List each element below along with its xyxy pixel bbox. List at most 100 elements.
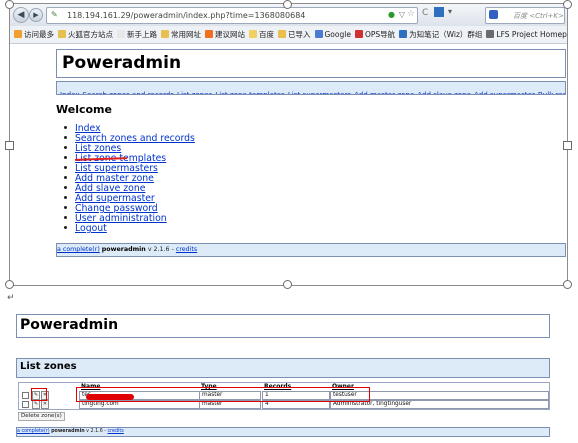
search-placeholder: 百度 <Ctrl+K> — [513, 12, 564, 20]
footer-prefix-link[interactable]: a complete(r) — [57, 246, 100, 253]
resize-handle[interactable] — [5, 141, 14, 150]
bookmark-menu-icon[interactable]: ▾ — [448, 7, 452, 16]
bookmark-item[interactable]: Google — [314, 26, 351, 43]
bookmark-favicon-icon — [486, 30, 495, 38]
bookmark-favicon-icon — [314, 30, 323, 38]
resize-handle[interactable] — [283, 0, 292, 9]
url-text: 118.194.161.29/poweradmin/index.php?time… — [67, 11, 306, 20]
footer-prefix-link[interactable]: a complete(r) — [17, 429, 50, 434]
browser-screenshot: ◀ ▶ ✎ 118.194.161.29/poweradmin/index.ph… — [9, 3, 568, 286]
delete-icon[interactable]: ✕ — [41, 400, 49, 409]
annotation-scribble — [86, 394, 134, 400]
bookmark-label: LFS Project Homepa — [496, 30, 567, 39]
bookmark-favicon-icon — [249, 30, 257, 38]
addon-icon[interactable] — [434, 7, 444, 17]
menu-link[interactable]: Add supermaster — [474, 90, 535, 94]
resize-handle[interactable] — [563, 280, 572, 289]
resize-handle[interactable] — [5, 0, 14, 9]
forward-arrow-icon[interactable]: ▶ — [29, 8, 43, 22]
bookmark-label: 已导入 — [288, 30, 311, 39]
bookmark-label: 火狐官方站点 — [68, 30, 113, 39]
bookmark-item[interactable]: 新手上路 — [117, 26, 157, 43]
resize-handle[interactable] — [563, 0, 572, 9]
app-title: Poweradmin — [62, 53, 182, 73]
section-header: List zones — [16, 358, 550, 378]
bookmark-label: 为知笔记（Wiz）群组 — [409, 30, 483, 39]
bookmark-label: OPS导航 — [364, 30, 396, 39]
star-icon[interactable]: ☆ — [407, 9, 415, 19]
top-menu: IndexSearch zones and recordsList zonesL… — [16, 342, 548, 351]
bookmark-favicon-icon — [161, 30, 169, 38]
resize-handle[interactable] — [283, 280, 292, 289]
menu-link[interactable]: List supermasters — [288, 90, 351, 94]
credits-link[interactable]: credits — [176, 246, 197, 253]
annotation-box-icons — [31, 388, 47, 401]
bookmark-item[interactable]: OPS导航 — [354, 26, 396, 43]
menu-link[interactable]: Add slave zone — [417, 90, 471, 94]
bookmark-item[interactable]: 为知笔记（Wiz）群组 — [399, 26, 482, 43]
bookmark-label: 常用网址 — [171, 30, 201, 39]
bookmark-favicon-icon — [354, 30, 363, 38]
menu-link[interactable]: Search zones and records — [83, 90, 174, 94]
back-arrow-icon[interactable]: ◀ — [13, 7, 29, 23]
menu-link[interactable]: List zones — [177, 90, 212, 94]
go-icon[interactable]: ● — [388, 10, 395, 19]
search-field[interactable]: 百度 <Ctrl+K> — [485, 7, 565, 24]
footer-sep: - — [104, 429, 107, 434]
bookmark-label: 建议网站 — [215, 30, 245, 39]
bookmarks-bar: 访问最多 火狐官方站点 新手上路 常用网址 建议网站 百度 已导入 Google OPS导航 为知… — [10, 26, 567, 44]
bookmark-item[interactable]: 常用网址 — [161, 26, 201, 43]
index-link-list: IndexSearch zones and recordsList zonesL… — [64, 124, 195, 234]
menu-link[interactable]: List zone templates — [215, 90, 285, 94]
credits-link[interactable]: credits — [108, 429, 124, 434]
bookmark-label: 新手上路 — [127, 30, 157, 39]
bookmark-item[interactable]: LFS Project Homepa — [486, 26, 567, 43]
bookmark-item[interactable]: 火狐官方站点 — [58, 26, 113, 43]
paragraph-mark: ↵ — [7, 293, 15, 303]
bookmark-item[interactable]: 建议网站 — [205, 26, 245, 43]
bookmark-item[interactable]: 百度 — [249, 26, 274, 43]
delete-zones-button[interactable]: Delete zone(s) — [18, 412, 65, 421]
reload-icon[interactable]: C — [422, 8, 428, 18]
welcome-heading: Welcome — [56, 103, 112, 116]
menu-link[interactable]: Add master zone — [354, 90, 414, 94]
footer-version: v 2.1.6 — [86, 429, 103, 434]
app-header: Poweradmin — [56, 49, 566, 78]
bookmark-favicon-icon — [205, 30, 213, 38]
app-header: Poweradmin — [16, 314, 550, 338]
top-menu: IndexSearch zones and recordsList zonesL… — [56, 81, 566, 95]
bookmark-favicon-icon — [58, 30, 66, 38]
list-item: Logout — [64, 224, 195, 234]
url-field[interactable]: ✎ 118.194.161.29/poweradmin/index.php?ti… — [46, 7, 418, 24]
list-zones-screenshot: Poweradmin IndexSearch zones and records… — [16, 309, 550, 440]
menu-link[interactable]: Bulk registration — [538, 90, 565, 94]
bullet-icon — [64, 156, 67, 159]
bookmark-item[interactable]: 访问最多 — [14, 26, 54, 43]
wrench-icon: ✎ — [51, 10, 58, 19]
dropdown-icon[interactable]: ▽ — [399, 10, 405, 19]
bookmark-label: Google — [324, 30, 351, 39]
footer-version: v 2.1.6 — [147, 246, 170, 253]
row-checkbox[interactable] — [22, 401, 29, 408]
resize-handle[interactable] — [5, 280, 14, 289]
footer-brand: poweradmin — [51, 429, 85, 434]
bullet-icon — [64, 216, 67, 219]
row-checkbox[interactable] — [22, 392, 29, 399]
menu-link[interactable]: Index — [60, 90, 80, 94]
bookmark-favicon-icon — [14, 30, 22, 38]
bookmark-label: 百度 — [259, 30, 274, 39]
bookmark-item[interactable]: 已导入 — [278, 26, 311, 43]
bullet-icon — [64, 136, 67, 139]
bookmark-label: 访问最多 — [24, 30, 54, 39]
resize-handle[interactable] — [563, 141, 572, 150]
bookmark-favicon-icon — [278, 30, 286, 38]
app-title: Poweradmin — [20, 317, 119, 333]
bullet-icon — [64, 206, 67, 209]
index-link[interactable]: Logout — [75, 223, 107, 234]
poweradmin-page: Poweradmin Index Search zones and records… — [56, 44, 566, 284]
footer-sep: - — [171, 246, 174, 253]
bullet-icon — [64, 176, 67, 179]
page-footer: a complete(r) poweradmin v 2.1.6 - credi… — [56, 243, 566, 257]
bookmark-favicon-icon — [117, 30, 125, 38]
edit-icon[interactable]: ✎ — [32, 400, 40, 409]
